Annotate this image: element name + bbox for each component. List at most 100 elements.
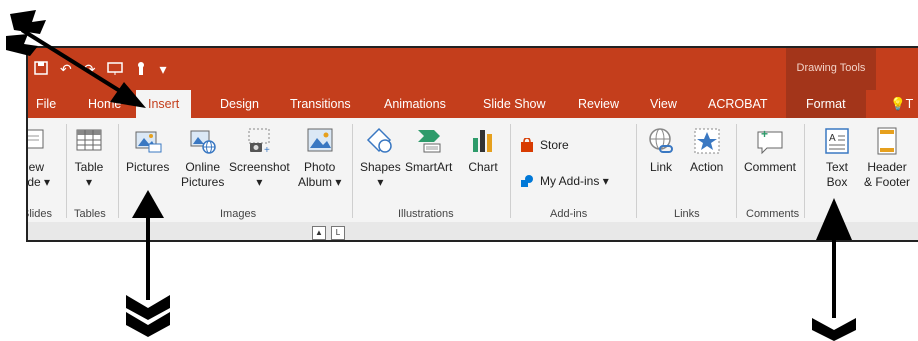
group-label-illustrations: Illustrations xyxy=(398,208,454,220)
new-slide-line2: Slide ▾ xyxy=(26,175,51,189)
header-footer-icon xyxy=(877,127,897,155)
group-divider xyxy=(66,124,67,218)
comment-button[interactable]: + Comment xyxy=(744,126,796,175)
photo-album-line2: Album ▾ xyxy=(298,175,342,189)
group-divider xyxy=(118,124,119,218)
comment-icon: + xyxy=(757,127,783,155)
photo-album-icon xyxy=(307,128,333,152)
screenshot-icon: + xyxy=(248,128,270,156)
tab-view[interactable]: View xyxy=(650,90,677,118)
redo-icon[interactable]: ↷ xyxy=(84,61,96,78)
text-box-button[interactable]: A Text Box xyxy=(822,126,852,190)
table-line2: ▾ xyxy=(85,175,93,189)
smartart-icon xyxy=(417,130,441,153)
header-footer-line1: Header xyxy=(867,160,907,174)
group-label-comments: Comments xyxy=(746,208,800,220)
group-divider xyxy=(352,124,353,218)
action-button[interactable]: Action xyxy=(690,126,723,175)
tab-file[interactable]: File xyxy=(36,90,56,118)
shapes-icon xyxy=(367,127,393,153)
chart-label: Chart xyxy=(468,160,498,174)
new-slide-line1: New xyxy=(28,160,45,174)
title-bar: ↶ ↷ ▾ Drawing Tools xyxy=(28,48,918,90)
group-divider xyxy=(736,124,737,218)
tab-review[interactable]: Review xyxy=(578,90,619,118)
my-addins-icon xyxy=(521,175,533,187)
group-divider xyxy=(804,124,805,218)
group-label-slides: Slides xyxy=(28,208,52,220)
ribbon-tabs: File Home Insert Design Transitions Anim… xyxy=(28,90,918,118)
text-box-line1: Text xyxy=(825,160,848,174)
screenshot-button[interactable]: + Screenshot ▾ xyxy=(229,126,290,190)
my-addins-label: My Add-ins ▾ xyxy=(540,174,609,188)
pin-ribbon-icon[interactable]: L xyxy=(331,226,345,240)
link-label: Link xyxy=(649,160,672,174)
store-label: Store xyxy=(540,138,569,152)
tab-animations[interactable]: Animations xyxy=(384,90,446,118)
presentation-icon[interactable] xyxy=(107,61,124,78)
screenshot-line2: ▾ xyxy=(256,175,263,189)
group-label-tables: Tables xyxy=(74,208,106,220)
link-button[interactable]: Link xyxy=(646,126,676,175)
tab-acrobat[interactable]: ACROBAT xyxy=(708,90,768,118)
drawing-tools-label: Drawing Tools xyxy=(796,62,866,74)
action-label: Action xyxy=(690,160,724,174)
new-slide-icon xyxy=(28,129,44,149)
screenshot-line1: Screenshot xyxy=(229,160,290,174)
new-slide-button[interactable]: New Slide ▾ xyxy=(26,126,51,190)
my-addins-button[interactable]: My Add-ins ▾ xyxy=(520,174,609,188)
tab-home[interactable]: Home xyxy=(88,90,121,118)
online-pictures-line1: Online xyxy=(185,160,221,174)
table-line1: Table xyxy=(74,160,104,174)
shapes-line2: ▾ xyxy=(377,175,384,189)
text-box-line2: Box xyxy=(826,175,848,189)
customize-qat-icon[interactable]: ▾ xyxy=(159,61,166,78)
svg-text:+: + xyxy=(264,145,270,156)
tab-format[interactable]: Format xyxy=(786,90,866,118)
group-label-links: Links xyxy=(674,208,700,220)
pictures-button[interactable]: Pictures xyxy=(126,126,169,175)
chart-button[interactable]: Chart xyxy=(468,126,498,175)
text-box-icon: A xyxy=(825,128,849,154)
photo-album-button[interactable]: Photo Album ▾ xyxy=(298,126,341,190)
group-divider xyxy=(636,124,637,218)
group-divider xyxy=(510,124,511,218)
tab-design[interactable]: Design xyxy=(220,90,259,118)
online-pictures-line2: Pictures xyxy=(181,175,225,189)
svg-text:+: + xyxy=(761,127,768,141)
link-icon xyxy=(649,128,673,153)
tell-me-label: T xyxy=(905,97,914,111)
pictures-label: Pictures xyxy=(126,160,170,174)
tab-transitions[interactable]: Transitions xyxy=(290,90,351,118)
touch-mode-icon[interactable] xyxy=(135,61,147,78)
group-label-images: Images xyxy=(220,208,257,220)
lightbulb-icon: 💡 xyxy=(890,97,906,111)
header-footer-line2: & Footer xyxy=(864,175,911,189)
photo-album-line1: Photo xyxy=(304,160,336,174)
store-button[interactable]: Store xyxy=(520,138,569,152)
pictures-icon xyxy=(135,131,162,153)
status-bar: ▲ L xyxy=(28,222,918,240)
smartart-button[interactable]: SmartArt xyxy=(405,126,452,175)
group-label-addins: Add-ins xyxy=(550,208,588,220)
tab-slide-show[interactable]: Slide Show xyxy=(483,90,546,118)
quick-access-toolbar: ↶ ↷ ▾ xyxy=(28,48,167,90)
table-button[interactable]: Table ▾ xyxy=(74,126,104,190)
shapes-line1: Shapes xyxy=(360,160,401,174)
smartart-label: SmartArt xyxy=(405,160,453,174)
save-icon[interactable] xyxy=(34,60,48,78)
header-footer-button[interactable]: Header & Footer xyxy=(864,126,910,190)
svg-text:A: A xyxy=(829,133,836,144)
action-icon xyxy=(694,128,720,154)
store-icon xyxy=(521,138,533,152)
shapes-button[interactable]: Shapes ▾ xyxy=(360,126,401,190)
chart-icon xyxy=(473,130,492,152)
ribbon: New Slide ▾ Slides Table ▾ Tables Pictur… xyxy=(28,118,918,223)
collapse-ribbon-icon[interactable]: ▲ xyxy=(312,226,326,240)
powerpoint-window: ↶ ↷ ▾ Drawing Tools File Home Insert Des… xyxy=(26,46,918,242)
tab-tell-me[interactable]: 💡T xyxy=(890,90,913,118)
comment-label: Comment xyxy=(744,160,797,174)
undo-icon[interactable]: ↶ xyxy=(60,61,72,78)
tab-insert[interactable]: Insert xyxy=(136,90,192,118)
online-pictures-button[interactable]: Online Pictures xyxy=(181,126,224,190)
